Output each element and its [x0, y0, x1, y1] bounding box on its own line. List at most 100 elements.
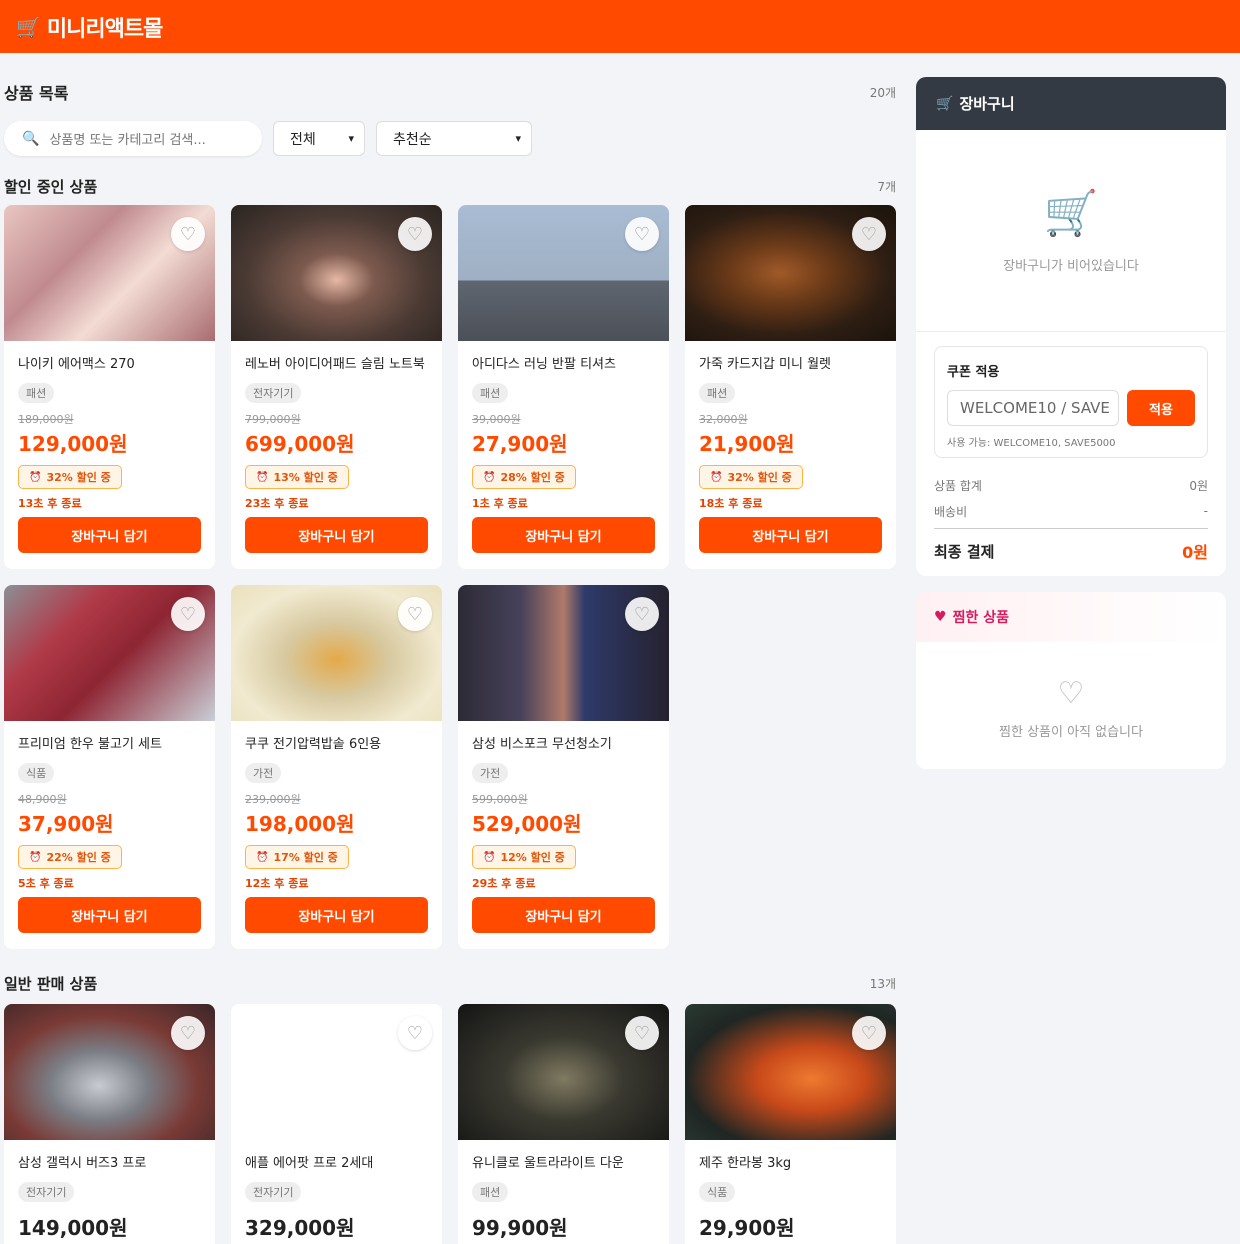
product-image[interactable]: ♡	[458, 1004, 669, 1140]
product-name[interactable]: 삼성 비스포크 무선청소기	[472, 733, 655, 753]
heart-outline-icon: ♡	[1057, 676, 1085, 711]
product-card[interactable]: ♡ 애플 에어팟 프로 2세대 전자기기 329,000원	[231, 1004, 442, 1244]
heart-icon[interactable]: ♡	[171, 217, 205, 251]
product-card[interactable]: ♡ 나이키 에어맥스 270 패션 189,000원 129,000원 ⏰ 32%…	[4, 205, 215, 569]
product-name[interactable]: 레노버 아이디어패드 슬림 노트북	[245, 353, 428, 373]
product-count: 20개	[869, 85, 896, 100]
discount-badge: ⏰ 28% 할인 중	[472, 465, 576, 489]
product-image[interactable]: ♡	[4, 205, 215, 341]
coupon-input[interactable]: WELCOME10 / SAVE	[947, 390, 1119, 426]
subtotal-label: 상품 합계	[934, 478, 982, 493]
heart-icon[interactable]: ♡	[171, 1016, 205, 1050]
add-to-cart-button[interactable]: 장바구니 담기	[699, 517, 882, 553]
cart-header: 🛒 장바구니	[916, 77, 1226, 130]
empty-cart-icon: 🛒	[1043, 188, 1099, 239]
coupon-apply-button[interactable]: 적용	[1127, 390, 1195, 426]
chevron-down-icon: ▾	[348, 132, 354, 145]
product-name[interactable]: 가죽 카드지갑 미니 월렛	[699, 353, 882, 373]
heart-icon[interactable]: ♡	[625, 597, 659, 631]
product-name[interactable]: 애플 에어팟 프로 2세대	[245, 1152, 428, 1172]
heart-icon[interactable]: ♡	[398, 217, 432, 251]
product-card[interactable]: ♡ 레노버 아이디어패드 슬림 노트북 전자기기 799,000원 699,00…	[231, 205, 442, 569]
wishlist-title: 찜한 상품	[952, 610, 1009, 626]
sale-price: 21,900원	[699, 432, 795, 456]
product-card[interactable]: ♡ 삼성 갤럭시 버즈3 프로 전자기기 149,000원	[4, 1004, 215, 1244]
product-image[interactable]: ♡	[685, 205, 896, 341]
category-badge: 패션	[699, 383, 736, 403]
product-name[interactable]: 삼성 갤럭시 버즈3 프로	[18, 1152, 201, 1172]
product-price: 99,900원	[472, 1216, 568, 1240]
product-card[interactable]: ♡ 유니클로 울트라라이트 다운 패션 99,900원	[458, 1004, 669, 1244]
sale-timer: 12초 후 종료	[245, 877, 309, 890]
top-header: 🛒 미니리액트몰	[0, 0, 1240, 53]
product-image[interactable]: ♡	[231, 205, 442, 341]
product-image[interactable]: ♡	[231, 1004, 442, 1140]
product-image[interactable]: ♡	[231, 585, 442, 721]
add-to-cart-button[interactable]: 장바구니 담기	[472, 897, 655, 933]
product-card[interactable]: ♡ 제주 한라봉 3kg 식품 29,900원	[685, 1004, 896, 1244]
sale-price: 129,000원	[18, 432, 128, 456]
wishlist-empty-message: 찜한 상품이 아직 없습니다	[999, 725, 1143, 740]
add-to-cart-button[interactable]: 장바구니 담기	[472, 517, 655, 553]
cart-summary: 상품 합계 0원 배송비 - 최종 결제 0원	[934, 472, 1208, 563]
product-name[interactable]: 나이키 에어맥스 270	[18, 353, 201, 373]
heart-icon[interactable]: ♡	[852, 1016, 886, 1050]
heart-icon[interactable]: ♡	[171, 597, 205, 631]
heart-icon[interactable]: ♡	[625, 1016, 659, 1050]
product-image[interactable]: ♡	[4, 1004, 215, 1140]
alarm-clock-icon: ⏰	[29, 471, 42, 483]
heart-icon[interactable]: ♡	[398, 597, 432, 631]
product-name[interactable]: 유니클로 울트라라이트 다운	[472, 1152, 655, 1172]
normal-product-grid: ♡ 삼성 갤럭시 버즈3 프로 전자기기 149,000원 ♡ 애플 에어팟 프…	[4, 1004, 896, 1244]
alarm-clock-icon: ⏰	[483, 851, 496, 863]
shipping-label: 배송비	[934, 504, 968, 519]
search-input[interactable]: 🔍 상품명 또는 카테고리 검색...	[4, 121, 262, 156]
product-card[interactable]: ♡ 프리미엄 한우 불고기 세트 식품 48,900원 37,900원 ⏰ 22%…	[4, 585, 215, 949]
sale-timer: 29초 후 종료	[472, 877, 536, 890]
heart-icon[interactable]: ♡	[852, 217, 886, 251]
sale-timer: 1초 후 종료	[472, 497, 528, 510]
sale-section-count: 7개	[877, 180, 896, 194]
sale-product-grid: ♡ 나이키 에어맥스 270 패션 189,000원 129,000원 ⏰ 32%…	[4, 205, 896, 949]
sort-select[interactable]: 추천순 ▾	[376, 121, 532, 156]
product-image[interactable]: ♡	[458, 585, 669, 721]
discount-badge: ⏰ 13% 할인 중	[245, 465, 349, 489]
product-card[interactable]: ♡ 아디다스 러닝 반팔 티셔츠 패션 39,000원 27,900원 ⏰ 28%…	[458, 205, 669, 569]
category-badge: 패션	[472, 383, 509, 403]
original-price: 799,000원	[245, 413, 301, 426]
add-to-cart-button[interactable]: 장바구니 담기	[245, 897, 428, 933]
original-price: 48,900원	[18, 793, 67, 806]
product-image[interactable]: ♡	[685, 1004, 896, 1140]
heart-icon[interactable]: ♡	[398, 1016, 432, 1050]
original-price: 39,000원	[472, 413, 521, 426]
coupon-title: 쿠폰 적용	[947, 365, 1000, 380]
category-badge: 전자기기	[245, 1182, 302, 1202]
product-card[interactable]: ♡ 가죽 카드지갑 미니 월렛 패션 32,000원 21,900원 ⏰ 32% …	[685, 205, 896, 569]
product-card[interactable]: ♡ 쿠쿠 전기압력밥솥 6인용 가전 239,000원 198,000원 ⏰ 17…	[231, 585, 442, 949]
category-badge: 가전	[245, 763, 282, 783]
add-to-cart-button[interactable]: 장바구니 담기	[245, 517, 428, 553]
sale-timer: 5초 후 종료	[18, 877, 74, 890]
sale-timer: 18초 후 종료	[699, 497, 763, 510]
product-name[interactable]: 프리미엄 한우 불고기 세트	[18, 733, 201, 753]
product-name[interactable]: 쿠쿠 전기압력밥솥 6인용	[245, 733, 428, 753]
shipping-value: -	[1203, 504, 1208, 518]
heart-icon[interactable]: ♡	[625, 217, 659, 251]
product-card[interactable]: ♡ 삼성 비스포크 무선청소기 가전 599,000원 529,000원 ⏰ 12…	[458, 585, 669, 949]
add-to-cart-button[interactable]: 장바구니 담기	[18, 517, 201, 553]
product-name[interactable]: 제주 한라봉 3kg	[699, 1152, 882, 1172]
category-select[interactable]: 전체 ▾	[273, 121, 365, 156]
sale-section-title: 할인 중인 상품	[4, 178, 98, 196]
product-list-title: 상품 목록	[4, 84, 69, 103]
original-price: 239,000원	[245, 793, 301, 806]
product-image[interactable]: ♡	[458, 205, 669, 341]
product-image[interactable]: ♡	[4, 585, 215, 721]
summary-divider	[934, 528, 1208, 529]
product-name[interactable]: 아디다스 러닝 반팔 티셔츠	[472, 353, 655, 373]
shopping-cart-icon: 🛒	[16, 14, 41, 39]
sale-price: 27,900원	[472, 432, 568, 456]
product-price: 149,000원	[18, 1216, 128, 1240]
add-to-cart-button[interactable]: 장바구니 담기	[18, 897, 201, 933]
site-logo[interactable]: 미니리액트몰	[47, 11, 163, 43]
coupon-box: 쿠폰 적용 WELCOME10 / SAVE 적용 사용 가능: WELCOME…	[934, 346, 1208, 458]
